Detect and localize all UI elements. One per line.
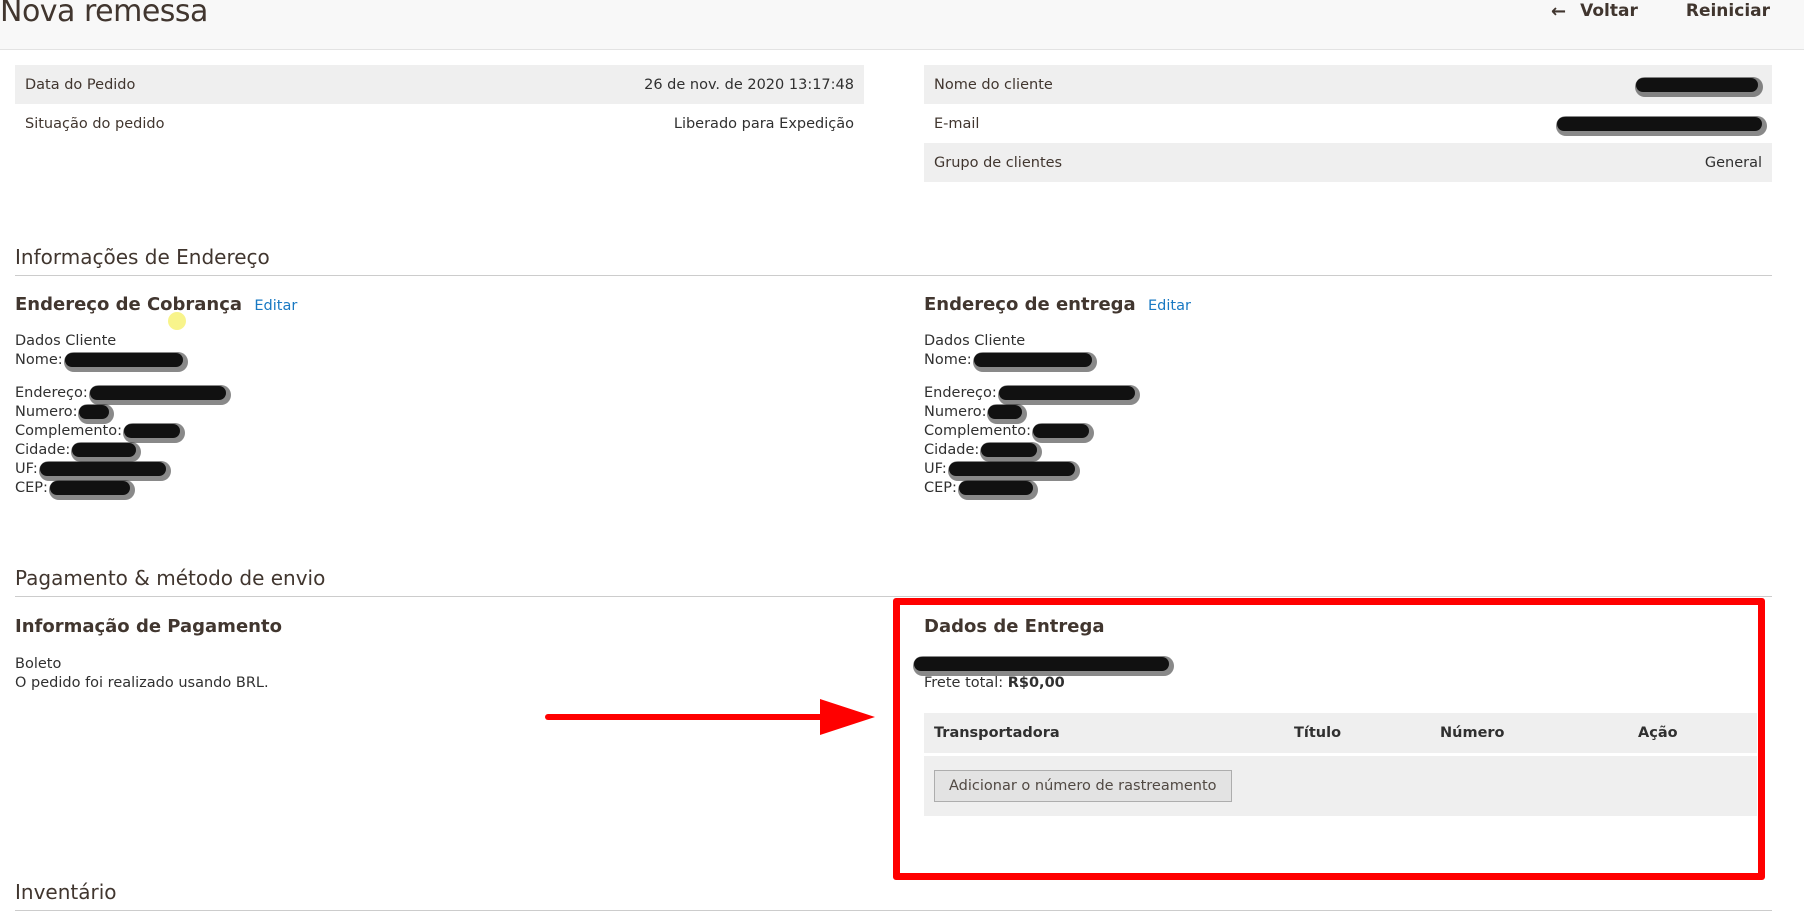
arrow-left-icon: ← <box>1551 0 1567 22</box>
back-button-label: Voltar <box>1580 1 1638 21</box>
order-status-label: Situação do pedido <box>25 115 165 132</box>
redacted-shipping-street <box>998 386 1135 400</box>
billing-number-label: Numero: <box>15 404 78 420</box>
address-section-title: Informações de Endereço <box>15 245 1772 276</box>
cursor-highlight <box>168 312 186 330</box>
shipping-complement-label: Complemento: <box>924 423 1031 439</box>
billing-zip-label: CEP: <box>15 480 48 496</box>
billing-city-line: Cidade: <box>15 441 226 460</box>
shipping-heading: Dados Cliente <box>924 333 1026 349</box>
annotation-arrow-icon <box>545 699 875 735</box>
customer-group-label: Grupo de clientes <box>934 154 1063 171</box>
order-status-value: Liberado para Expedição <box>673 115 854 132</box>
shipping-city-line: Cidade: <box>924 441 1135 460</box>
billing-state-line: UF: <box>15 460 226 479</box>
billing-zip-line: CEP: <box>15 479 226 498</box>
billing-name-label: Nome: <box>15 352 63 368</box>
order-status-row: Situação do pedido Liberado para Expediç… <box>15 104 864 143</box>
redacted-billing-street <box>89 386 226 400</box>
billing-city-label: Cidade: <box>15 442 71 458</box>
shipping-street-label: Endereço: <box>924 385 997 401</box>
billing-name-line: Nome: <box>15 351 226 370</box>
customer-info-table: Nome do cliente E-mail Grupo de clientes… <box>924 65 1772 182</box>
order-date-value: 26 de nov. de 2020 13:17:48 <box>644 76 854 93</box>
billing-address-details: Dados Cliente Nome: Endereço: Numero: Co… <box>15 332 226 498</box>
shipping-number-line: Numero: <box>924 403 1135 422</box>
redacted-billing-name <box>64 353 183 367</box>
redacted-customer-name <box>1636 77 1758 92</box>
shipping-complement-line: Complemento: <box>924 422 1135 441</box>
shipping-name-line: Nome: <box>924 351 1135 370</box>
redacted-shipping-number <box>988 405 1023 419</box>
billing-heading: Dados Cliente <box>15 333 117 349</box>
annotation-highlight-box <box>893 598 1765 880</box>
billing-number-line: Numero: <box>15 403 226 422</box>
redacted-shipping-name <box>973 353 1092 367</box>
shipping-address-title-text: Endereço de entrega <box>924 294 1136 315</box>
shipping-address-details: Dados Cliente Nome: Endereço: Numero: Co… <box>924 332 1135 498</box>
billing-street-label: Endereço: <box>15 385 88 401</box>
shipping-zip-line: CEP: <box>924 479 1135 498</box>
shipping-state-label: UF: <box>924 461 947 477</box>
inventory-section-title: Inventário <box>15 880 1772 911</box>
billing-edit-link[interactable]: Editar <box>254 298 297 314</box>
shipping-city-label: Cidade: <box>924 442 980 458</box>
back-button[interactable]: ← Voltar <box>1551 1 1638 22</box>
redacted-shipping-complement <box>1032 424 1089 438</box>
redacted-billing-state <box>39 462 166 476</box>
header-actions: ← Voltar Reiniciar <box>1551 0 1770 22</box>
customer-email-row: E-mail <box>924 104 1772 143</box>
shipping-edit-link[interactable]: Editar <box>1148 298 1191 314</box>
shipping-name-label: Nome: <box>924 352 972 368</box>
shipping-zip-label: CEP: <box>924 480 957 496</box>
page-header: Nova remessa ← Voltar Reiniciar <box>0 0 1804 50</box>
payment-info-title: Informação de Pagamento <box>15 616 282 637</box>
customer-group-value: General <box>1704 154 1762 171</box>
payment-section-title: Pagamento & método de envio <box>15 566 1772 597</box>
payment-method: Boleto <box>15 656 62 672</box>
redacted-billing-zip <box>49 481 130 495</box>
billing-complement-label: Complemento: <box>15 423 122 439</box>
customer-name-row: Nome do cliente <box>924 65 1772 104</box>
shipping-street-line: Endereço: <box>924 384 1135 403</box>
redacted-shipping-city <box>981 443 1038 457</box>
customer-group-row: Grupo de clientes General <box>924 143 1772 182</box>
reset-button[interactable]: Reiniciar <box>1686 1 1770 21</box>
redacted-shipping-state <box>948 462 1075 476</box>
order-info-table: Data do Pedido 26 de nov. de 2020 13:17:… <box>15 65 864 143</box>
billing-state-label: UF: <box>15 461 38 477</box>
shipping-address-title: Endereço de entrega Editar <box>924 294 1191 315</box>
payment-details: Boleto O pedido foi realizado usando BRL… <box>15 655 269 693</box>
shipping-number-label: Numero: <box>924 404 987 420</box>
customer-name-label: Nome do cliente <box>934 76 1053 93</box>
payment-currency-note: O pedido foi realizado usando BRL. <box>15 675 269 691</box>
redacted-billing-number <box>79 405 110 419</box>
redacted-customer-email <box>1557 116 1762 131</box>
order-date-row: Data do Pedido 26 de nov. de 2020 13:17:… <box>15 65 864 104</box>
shipping-state-line: UF: <box>924 460 1135 479</box>
customer-email-label: E-mail <box>934 115 980 132</box>
page-title: Nova remessa <box>0 0 208 29</box>
redacted-shipping-zip <box>958 481 1033 495</box>
redacted-billing-city <box>72 443 137 457</box>
billing-address-title: Endereço de Cobrança Editar <box>15 294 297 315</box>
billing-street-line: Endereço: <box>15 384 226 403</box>
billing-complement-line: Complemento: <box>15 422 226 441</box>
billing-address-title-text: Endereço de Cobrança <box>15 294 243 315</box>
order-date-label: Data do Pedido <box>25 76 136 93</box>
redacted-billing-complement <box>123 424 180 438</box>
